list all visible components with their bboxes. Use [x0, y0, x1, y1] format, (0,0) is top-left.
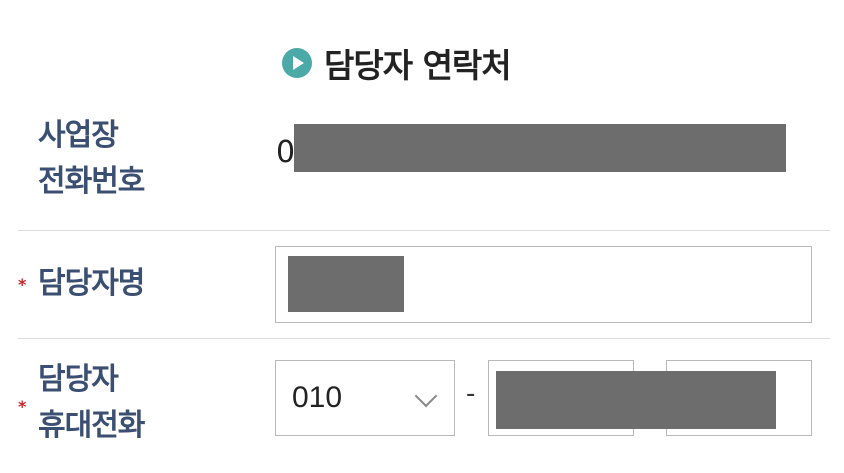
- manager-mobile-label-line2: 휴대전화: [38, 408, 145, 443]
- mobile-prefix-select[interactable]: 010: [275, 360, 455, 436]
- section-title: 담당자 연락처: [282, 38, 512, 88]
- business-phone-label-line1: 사업장: [38, 118, 119, 153]
- chevron-down-icon: [414, 384, 438, 408]
- redacted-mobile-number: [496, 371, 776, 429]
- redacted-business-phone: [294, 124, 786, 172]
- manager-mobile-label-line1: 담당자: [38, 362, 119, 397]
- play-circle-icon: [282, 48, 312, 78]
- manager-name-row: * 담당자명: [18, 231, 830, 339]
- business-phone-label: 사업장 전화번호: [38, 113, 145, 205]
- manager-mobile-row: * 담당자 휴대전화 010 -: [18, 339, 830, 473]
- section-title-text: 담당자 연락처: [324, 46, 512, 85]
- manager-name-label-text: 담당자명: [38, 266, 145, 301]
- required-mark: *: [18, 275, 27, 294]
- phone-separator: -: [466, 379, 476, 409]
- business-phone-value: 0: [276, 135, 296, 170]
- redacted-manager-name: [288, 256, 404, 312]
- manager-name-input[interactable]: [275, 246, 812, 323]
- required-mark: *: [18, 397, 27, 416]
- business-phone-label-line2: 전화번호: [38, 164, 145, 199]
- mobile-prefix-value: 010: [292, 381, 343, 414]
- business-phone-row: 사업장 전화번호 0: [18, 105, 830, 231]
- manager-name-label: 담당자명: [38, 261, 145, 307]
- manager-mobile-label: 담당자 휴대전화: [38, 357, 145, 449]
